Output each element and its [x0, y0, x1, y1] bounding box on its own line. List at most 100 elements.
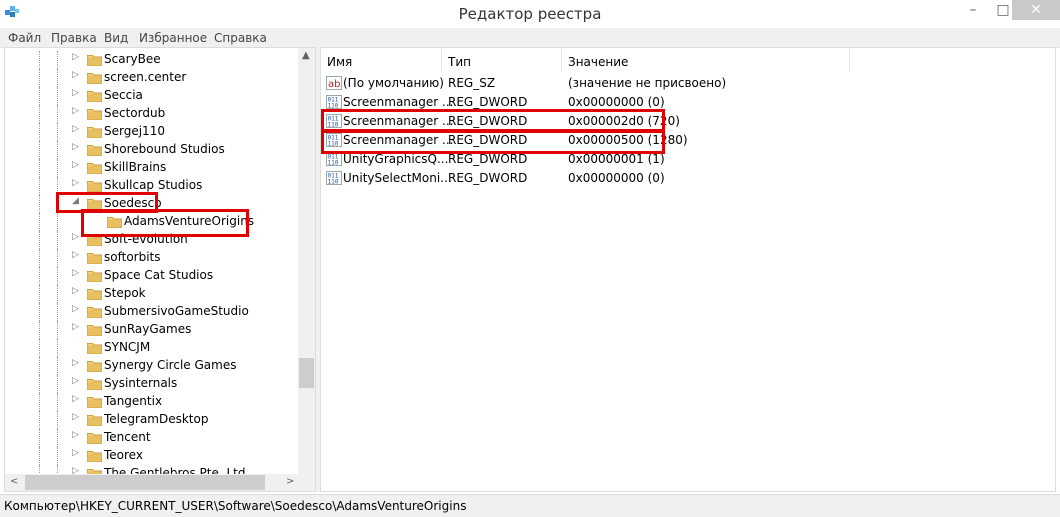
tree-item[interactable]: ▷ Tencent [5, 429, 299, 447]
expand-arrow-icon[interactable]: ▷ [72, 304, 79, 314]
tree-item[interactable]: ▷ Synergy Circle Games [5, 357, 299, 375]
tree-item[interactable]: ▷ SunRayGames [5, 321, 299, 339]
tree-guide-line [39, 303, 40, 321]
expand-arrow-icon[interactable]: ▷ [72, 250, 79, 260]
tree-item[interactable]: ▷ Sergej110 [5, 123, 299, 141]
registry-values-pane[interactable]: Имя Тип Значение ab (По умолчанию) REG_SZ (… [320, 47, 1056, 492]
tree-guide-line [39, 393, 40, 411]
tree-item[interactable]: ▷ Teorex [5, 447, 299, 465]
tree-item[interactable]: ▷ Sectordub [5, 105, 299, 123]
tree-item[interactable]: ▷ Stepok [5, 285, 299, 303]
tree-item-label[interactable]: Tangentix [104, 394, 162, 408]
value-row[interactable]: 011 110 UnityGraphicsQ... REG_DWORD 0x000000… [321, 150, 1055, 169]
tree-item-label[interactable]: Synergy Circle Games [104, 358, 236, 372]
tree-guide-line [57, 249, 58, 267]
tree-item[interactable]: ▷ SkillBrains [5, 159, 299, 177]
tree-item-label[interactable]: Soedesco [104, 196, 162, 210]
expand-arrow-icon[interactable]: ▷ [72, 124, 79, 134]
value-row[interactable]: 011 110 UnitySelectMoni... REG_DWORD 0x00000… [321, 169, 1055, 188]
expand-arrow-icon[interactable]: ▷ [72, 412, 79, 422]
tree-hscroll-thumb[interactable] [25, 475, 265, 490]
tree-item[interactable]: AdamsVentureOrigins [5, 213, 299, 231]
expand-arrow-icon[interactable]: ▷ [72, 178, 79, 188]
expand-arrow-icon[interactable]: ▷ [72, 322, 79, 332]
tree-item[interactable]: ▷ Skullcap Studios [5, 177, 299, 195]
tree-item-label[interactable]: TelegramDesktop [104, 412, 208, 426]
tree-item[interactable]: ▷ Shorebound Studios [5, 141, 299, 159]
tree-item-label[interactable]: Shorebound Studios [104, 142, 225, 156]
tree-item-label[interactable]: Sergej110 [104, 124, 165, 138]
tree-item-label[interactable]: SkillBrains [104, 160, 166, 174]
tree-item[interactable]: ▷ ScaryBee [5, 51, 299, 69]
tree-item[interactable]: ▷ SubmersivoGameStudio [5, 303, 299, 321]
scroll-up-icon[interactable]: ▲ [302, 50, 310, 61]
tree-scroll-thumb[interactable] [299, 358, 314, 388]
tree-item[interactable]: ▷ Soft-evolution [5, 231, 299, 249]
expand-arrow-icon[interactable]: ▷ [72, 52, 79, 62]
tree-item-label[interactable]: Seccia [104, 88, 143, 102]
tree-item-label[interactable]: SubmersivoGameStudio [104, 304, 249, 318]
menu-file[interactable]: Файл [8, 31, 41, 45]
window-title: Редактор реестра [458, 5, 602, 23]
tree-item-label[interactable]: Tencent [104, 430, 151, 444]
column-header-data[interactable]: Значение [562, 48, 850, 72]
menu-favorites[interactable]: Избранное [139, 31, 207, 45]
tree-item-label[interactable]: Sysinternals [104, 376, 177, 390]
tree-item[interactable]: ▷ Tangentix [5, 393, 299, 411]
tree-item-label[interactable]: screen.center [104, 70, 186, 84]
tree-item-label[interactable]: AdamsVentureOrigins [124, 214, 255, 228]
menu-edit[interactable]: Правка [51, 31, 97, 45]
tree-item[interactable]: ◢ Soedesco [5, 195, 299, 213]
value-row[interactable]: 011 110 Screenmanager ... REG_DWORD 0x000002… [321, 112, 1055, 131]
tree-item-label[interactable]: ScaryBee [104, 52, 161, 66]
tree-horizontal-scrollbar[interactable]: < > [5, 474, 315, 491]
expand-arrow-icon[interactable]: ▷ [72, 286, 79, 296]
tree-item[interactable]: ▷ Seccia [5, 87, 299, 105]
tree-item-label[interactable]: Stepok [104, 286, 146, 300]
value-row[interactable]: ab (По умолчанию) REG_SZ (значение не присв… [321, 74, 1055, 93]
value-row[interactable]: 011 110 Screenmanager ... REG_DWORD 0x000005… [321, 131, 1055, 150]
tree-item-label[interactable]: Teorex [104, 448, 143, 462]
expand-arrow-icon[interactable]: ▷ [72, 376, 79, 386]
tree-item[interactable]: ▷ screen.center [5, 69, 299, 87]
tree-item-label[interactable]: Soft-evolution [104, 232, 188, 246]
registry-tree-pane[interactable]: ▷ ScaryBee ▷ screen.center ▷ Seccia ▷ Sectordub… [4, 47, 316, 492]
expand-arrow-icon[interactable]: ▷ [72, 358, 79, 368]
expand-arrow-icon[interactable]: ▷ [72, 268, 79, 278]
tree-item-label[interactable]: SYNCJM [104, 340, 150, 354]
column-header-type[interactable]: Тип [442, 48, 562, 72]
folder-icon [87, 323, 102, 336]
value-type-cell: REG_DWORD [448, 133, 528, 147]
tree-item[interactable]: ▷ Space Cat Studios [5, 267, 299, 285]
tree-item[interactable]: ▷ softorbits [5, 249, 299, 267]
tree-item[interactable]: ▷ TelegramDesktop [5, 411, 299, 429]
tree-item-label[interactable]: Sectordub [104, 106, 165, 120]
tree-guide-line [39, 51, 40, 69]
expand-arrow-icon[interactable]: ▷ [72, 70, 79, 80]
expand-arrow-icon[interactable]: ▷ [72, 160, 79, 170]
expand-arrow-icon[interactable]: ▷ [72, 88, 79, 98]
menu-help[interactable]: Справка [214, 31, 267, 45]
tree-item-label[interactable]: softorbits [104, 250, 161, 264]
tree-item[interactable]: ▷ Sysinternals [5, 375, 299, 393]
tree-item-label[interactable]: Skullcap Studios [104, 178, 202, 192]
scroll-right-icon[interactable]: > [286, 476, 294, 487]
menu-view[interactable]: Вид [104, 31, 128, 45]
tree-item[interactable]: SYNCJM [5, 339, 299, 357]
expand-arrow-icon[interactable]: ▷ [72, 232, 79, 242]
scroll-left-icon[interactable]: < [10, 476, 18, 487]
tree-item-label[interactable]: Space Cat Studios [104, 268, 213, 282]
value-row[interactable]: 011 110 Screenmanager ... REG_DWORD 0x000000… [321, 93, 1055, 112]
value-name-cell: Screenmanager ... [343, 114, 454, 128]
tree-item-label[interactable]: SunRayGames [104, 322, 191, 336]
collapse-arrow-icon[interactable]: ◢ [72, 196, 79, 206]
expand-arrow-icon[interactable]: ▷ [72, 448, 79, 458]
tree-vertical-scrollbar[interactable]: ▲ [298, 48, 315, 474]
expand-arrow-icon[interactable]: ▷ [72, 430, 79, 440]
expand-arrow-icon[interactable]: ▷ [72, 142, 79, 152]
column-header-name[interactable]: Имя [321, 48, 442, 72]
close-button[interactable]: ✕ [1012, 0, 1060, 20]
minimize-button[interactable]: – [958, 0, 988, 20]
expand-arrow-icon[interactable]: ▷ [72, 106, 79, 116]
expand-arrow-icon[interactable]: ▷ [72, 394, 79, 404]
